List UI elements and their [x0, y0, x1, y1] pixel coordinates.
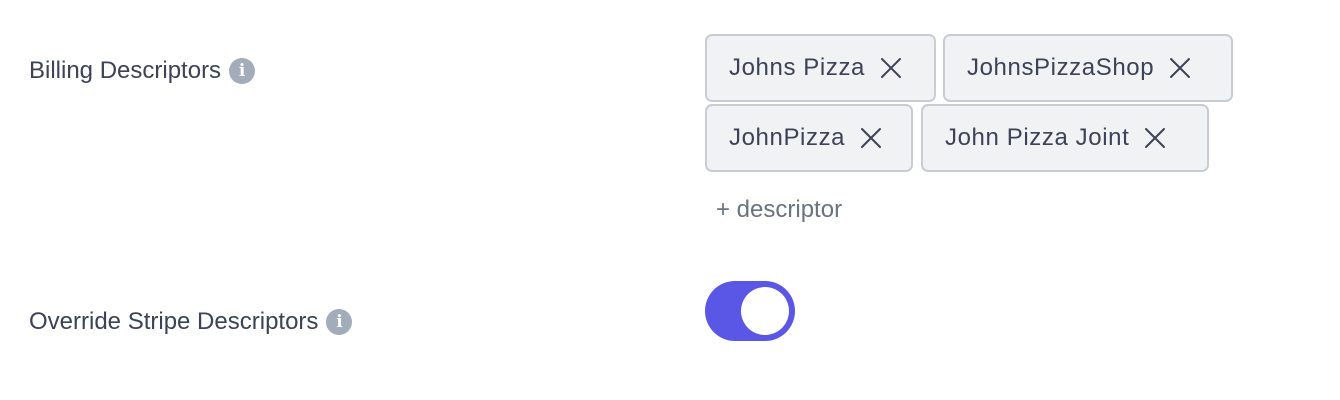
add-descriptor-button[interactable]: + descriptor	[716, 196, 842, 224]
billing-descriptors-label-group: Billing Descriptors i	[29, 57, 256, 85]
descriptor-chip-label: JohnPizza	[729, 124, 846, 151]
descriptor-chip: JohnPizza	[705, 104, 913, 172]
billing-descriptors-label: Billing Descriptors	[29, 57, 222, 84]
remove-icon[interactable]	[1168, 56, 1192, 80]
descriptor-chip-label: JohnsPizzaShop	[967, 54, 1155, 81]
remove-icon[interactable]	[1143, 126, 1167, 150]
descriptor-chip: Johns Pizza	[705, 34, 936, 102]
descriptor-chip-label: Johns Pizza	[729, 54, 865, 81]
descriptor-chip-label: John Pizza Joint	[945, 124, 1130, 151]
info-icon[interactable]: i	[326, 309, 353, 335]
override-stripe-toggle[interactable]	[705, 281, 795, 341]
remove-icon[interactable]	[879, 56, 903, 80]
descriptor-chip: John Pizza Joint	[921, 104, 1209, 172]
override-stripe-label-group: Override Stripe Descriptors i	[29, 308, 353, 336]
remove-icon[interactable]	[859, 126, 883, 150]
toggle-knob	[741, 287, 789, 335]
override-stripe-descriptors-label: Override Stripe Descriptors	[29, 308, 319, 335]
info-icon[interactable]: i	[229, 58, 256, 84]
descriptor-chip: JohnsPizzaShop	[943, 34, 1233, 102]
